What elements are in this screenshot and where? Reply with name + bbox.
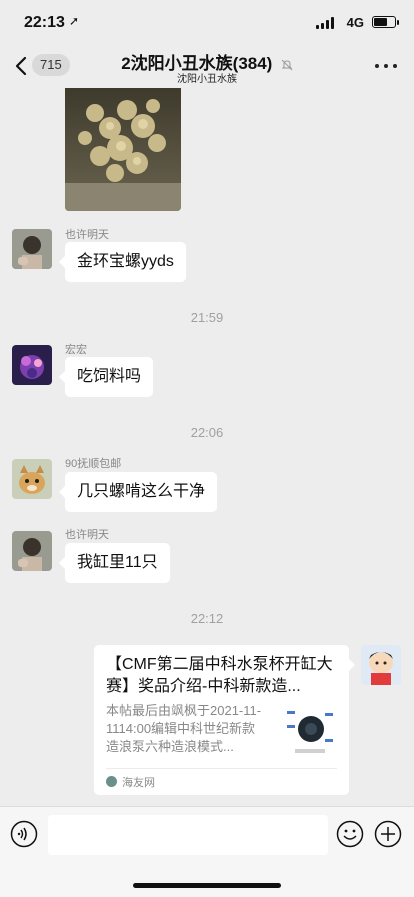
avatar[interactable] bbox=[12, 229, 52, 269]
link-card[interactable]: 【CMF第二届中科水泵杯开缸大赛】奖品介绍-中科新款造... 本帖最后由飒枫于2… bbox=[94, 645, 355, 795]
chat-header: 715 2沈阳小丑水族(384) 沈阳小丑水族 bbox=[0, 44, 414, 88]
input-bar bbox=[0, 806, 414, 897]
mute-bell-icon bbox=[281, 59, 293, 71]
avatar[interactable] bbox=[12, 459, 52, 499]
link-card-description: 本帖最后由飒枫于2021-11-1114:00编辑中科世纪新款造浪泵六种造浪模式… bbox=[106, 703, 262, 754]
coral-photo bbox=[65, 88, 181, 211]
timestamp: 21:59 bbox=[190, 310, 224, 325]
sender-name: 90抚顺包邮 bbox=[65, 458, 122, 470]
message-bubble[interactable]: 几只螺啃这么干净 bbox=[58, 472, 218, 512]
avatar-photo bbox=[12, 459, 52, 499]
sender-name: 也许明天 bbox=[65, 529, 109, 541]
timestamp: 22:12 bbox=[190, 611, 224, 626]
battery-icon bbox=[372, 16, 399, 28]
message-bubble[interactable]: 吃饲料吗 bbox=[58, 357, 154, 397]
message-bubble[interactable]: 我缸里11只 bbox=[59, 543, 170, 583]
link-card-thumbnail bbox=[285, 705, 335, 755]
location-arrow-icon: ➚ bbox=[69, 14, 80, 28]
status-time: 22:13 bbox=[24, 14, 65, 31]
status-bar: 22:13 ➚ 4G bbox=[0, 0, 414, 44]
chat-subtitle: 沈阳小丑水族 bbox=[177, 74, 237, 85]
avatar[interactable] bbox=[12, 345, 52, 385]
message-bubble[interactable]: 金环宝螺yyds bbox=[59, 242, 186, 282]
avatar-photo bbox=[12, 345, 52, 385]
signal-icon bbox=[316, 17, 334, 29]
link-card-source: 海友网 bbox=[122, 777, 155, 789]
avatar-photo bbox=[12, 229, 52, 269]
home-indicator bbox=[133, 883, 281, 888]
emoji-button[interactable] bbox=[336, 820, 364, 848]
my-avatar[interactable] bbox=[361, 645, 401, 685]
avatar-photo bbox=[361, 645, 401, 685]
more-options-button[interactable] bbox=[375, 64, 397, 70]
avatar[interactable] bbox=[12, 531, 52, 571]
sender-name: 也许明天 bbox=[65, 229, 109, 241]
divider bbox=[106, 768, 337, 769]
plus-button[interactable] bbox=[374, 820, 402, 848]
source-icon bbox=[106, 776, 117, 787]
message-input[interactable] bbox=[48, 815, 328, 855]
avatar-photo bbox=[12, 531, 52, 571]
image-message[interactable] bbox=[65, 88, 181, 211]
timestamp: 22:06 bbox=[190, 425, 224, 440]
voice-button[interactable] bbox=[10, 820, 38, 848]
link-card-title: 【CMF第二届中科水泵杯开缸大赛】奖品介绍-中科新款造... bbox=[106, 656, 333, 695]
network-type: 4G bbox=[346, 15, 364, 30]
sender-name: 宏宏 bbox=[65, 344, 87, 356]
